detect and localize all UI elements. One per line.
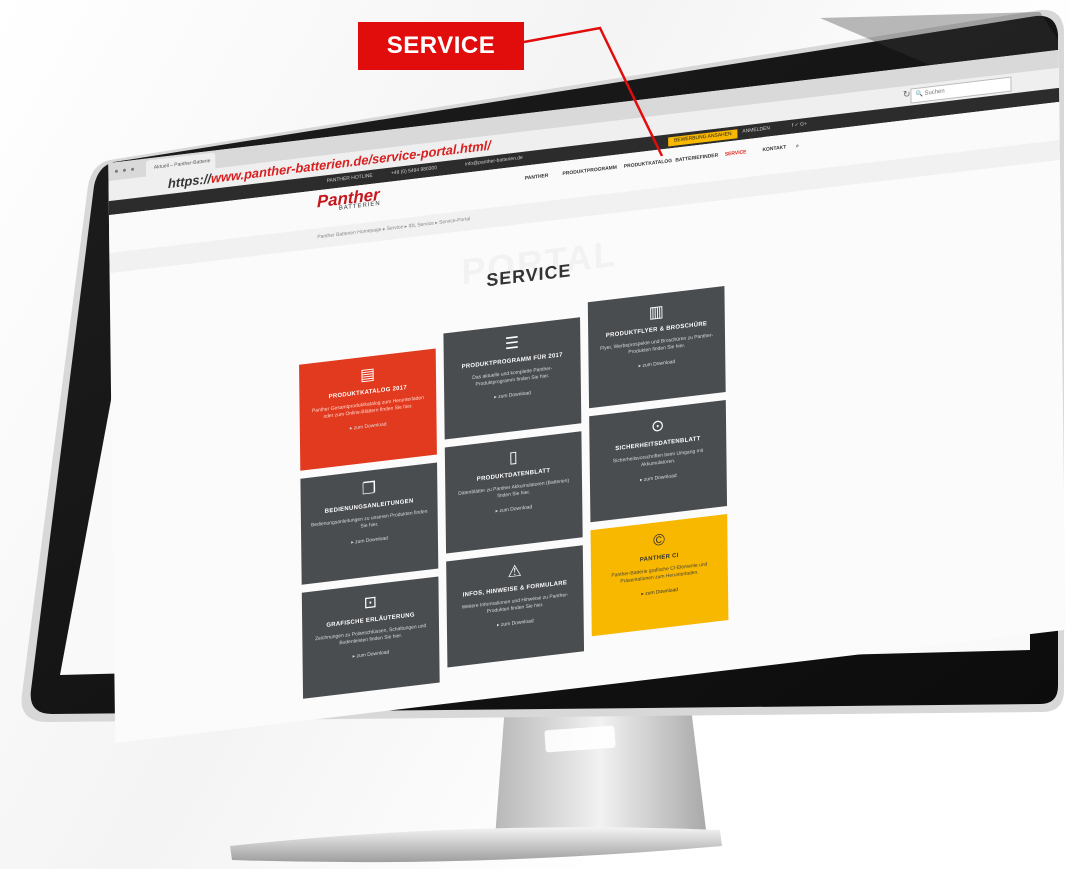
callout-connector xyxy=(523,26,664,157)
service-callout-label: SERVICE xyxy=(358,22,524,70)
